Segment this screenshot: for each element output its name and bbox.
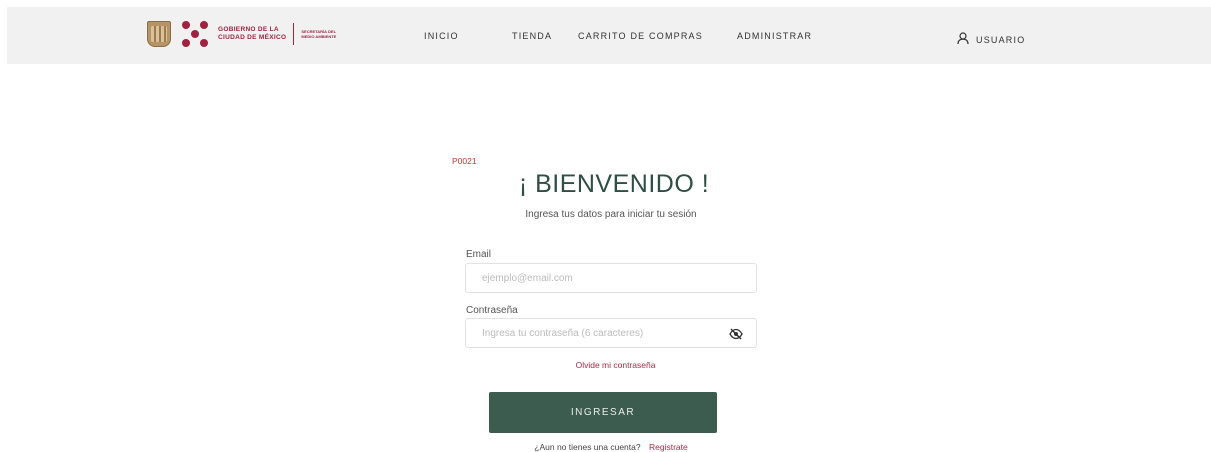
welcome-title: ¡ BIENVENIDO ! — [518, 170, 710, 198]
cdmx-emblem-icon — [180, 19, 210, 49]
logo-divider — [293, 23, 295, 45]
nav-tienda[interactable]: TIENDA — [512, 31, 552, 41]
gov-line-1: GOBIERNO DE LA — [218, 26, 279, 33]
forgot-password-link[interactable]: Olvide mi contraseña — [0, 360, 1211, 370]
email-field-container — [465, 263, 757, 293]
nav-administrar[interactable]: ADMINISTRAR — [737, 31, 812, 41]
password-label: Contraseña — [466, 305, 518, 316]
email-field[interactable] — [482, 272, 740, 284]
government-logo[interactable]: GOBIERNO DE LA CIUDAD DE MÉXICO SECRETAR… — [147, 17, 336, 51]
password-field[interactable] — [482, 327, 740, 339]
nav-inicio[interactable]: INICIO — [424, 31, 459, 41]
no-account-text: ¿Aun no tienes una cuenta? — [534, 442, 641, 452]
user-icon — [957, 31, 969, 49]
coat-of-arms-icon — [147, 21, 171, 47]
top-navbar: GOBIERNO DE LA CIUDAD DE MÉXICO SECRETAR… — [7, 7, 1211, 64]
gov-line-2: CIUDAD DE MÉXICO — [218, 34, 287, 41]
password-field-container — [465, 318, 757, 348]
eye-slash-icon[interactable] — [729, 327, 743, 345]
email-label: Email — [466, 249, 492, 260]
nav-carrito[interactable]: CARRITO DE COMPRAS — [578, 31, 703, 41]
user-menu[interactable]: USUARIO — [957, 31, 1025, 49]
user-label: USUARIO — [976, 35, 1026, 45]
secretaria-line-2: MEDIO AMBIENTE — [301, 34, 337, 39]
login-button[interactable]: INGRESAR — [489, 392, 717, 433]
register-link[interactable]: Registrate — [649, 442, 688, 452]
page-code: P0021 — [452, 156, 477, 166]
secretaria-name: SECRETARÍA DEL MEDIO AMBIENTE — [301, 29, 336, 39]
register-row: ¿Aun no tienes una cuenta? Registrate — [0, 442, 1211, 452]
login-subtitle: Ingresa tus datos para iniciar tu sesión — [525, 209, 697, 220]
government-name: GOBIERNO DE LA CIUDAD DE MÉXICO — [218, 26, 286, 42]
